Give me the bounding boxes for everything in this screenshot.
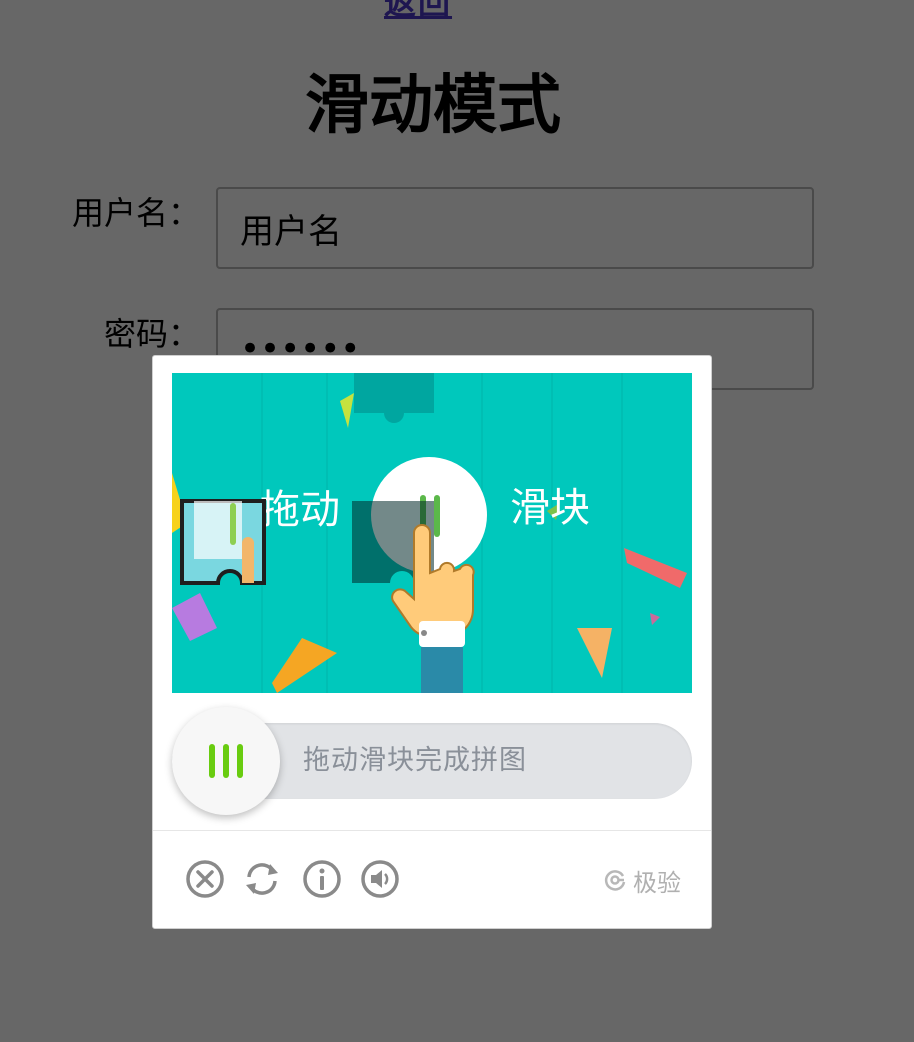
image-text-drag: 拖动 xyxy=(260,487,340,533)
brand-label: 极验 xyxy=(633,868,681,897)
captcha-image: 拖动 滑块 xyxy=(172,373,692,693)
slider-knob[interactable] xyxy=(172,707,280,815)
password-label: 密码： xyxy=(103,315,200,353)
captcha-panel: 拖动 滑块 拖动滑块完成拼图 极验 xyxy=(152,355,712,929)
page: 返回 滑动模式 用户名： 密码： xyxy=(0,0,914,1042)
back-link[interactable]: 返回 xyxy=(384,0,452,24)
refresh-icon[interactable] xyxy=(242,859,282,899)
divider xyxy=(153,830,711,831)
page-title: 滑动模式 xyxy=(305,69,561,143)
close-icon[interactable] xyxy=(185,859,225,899)
captcha-puzzle-picture: 拖动 滑块 xyxy=(172,373,692,693)
username-input[interactable] xyxy=(216,187,814,269)
username-label: 用户名： xyxy=(71,194,200,232)
image-text-slider: 滑块 xyxy=(510,485,590,531)
geetest-logo-icon xyxy=(604,870,626,891)
geetest-brand[interactable]: 极验 xyxy=(603,864,681,897)
audio-icon[interactable] xyxy=(360,859,400,899)
slider-hint: 拖动滑块完成拼图 xyxy=(303,745,527,776)
info-icon[interactable] xyxy=(302,859,342,899)
drag-handle-icon xyxy=(209,744,245,778)
